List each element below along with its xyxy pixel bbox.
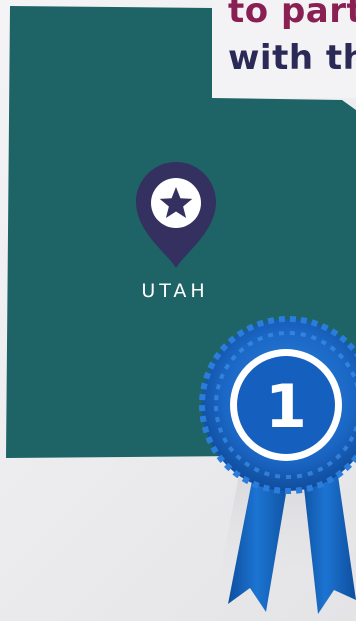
award-rank: 1 xyxy=(265,372,307,442)
state-label: UTAH xyxy=(141,280,209,302)
headline-line-1: to part xyxy=(228,0,356,31)
headline-line-2: with th xyxy=(228,38,356,78)
headline: to part with th xyxy=(212,0,356,98)
